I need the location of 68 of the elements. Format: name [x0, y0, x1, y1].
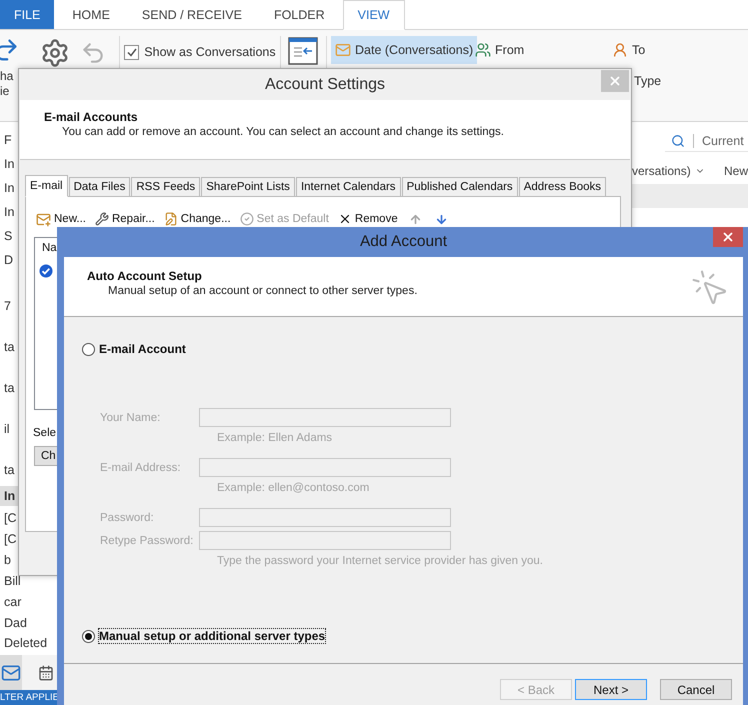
- radio-label: Manual setup or additional server types: [99, 629, 326, 643]
- people-icon: [475, 42, 492, 58]
- search-icon[interactable]: [671, 134, 685, 148]
- dialog-tab[interactable]: Published Calendars: [402, 177, 518, 196]
- calendar-icon: [38, 664, 54, 680]
- section-title: E-mail Accounts: [44, 109, 139, 125]
- reading-pane-icon[interactable]: [288, 36, 318, 66]
- dialog-tab[interactable]: Address Books: [518, 177, 606, 196]
- radio-label: E-mail Account: [99, 342, 186, 356]
- radio-option[interactable]: Manual setup or additional server types: [82, 628, 743, 644]
- toolbar-button[interactable]: New...: [36, 212, 86, 226]
- check-icon: [240, 212, 254, 226]
- arrangement-option[interactable]: Type: [608, 67, 666, 95]
- dialog-tab[interactable]: RSS Feeds: [131, 177, 200, 196]
- ribbon-label: ha: [0, 69, 14, 84]
- field-label: Retype Password:: [100, 534, 194, 546]
- close-button[interactable]: [713, 227, 743, 247]
- radio-button[interactable]: [82, 630, 95, 642]
- mail-icon: [0, 662, 21, 682]
- arrangement-option[interactable]: Date (Conversations): [331, 36, 478, 64]
- field-hint: Example: ellen@contoso.com: [216, 481, 370, 495]
- folder-item[interactable]: Deleted: [0, 633, 57, 653]
- checkbox[interactable]: [124, 44, 140, 60]
- column-header: Na: [42, 242, 57, 256]
- gear-icon[interactable]: [40, 38, 70, 68]
- radio-button[interactable]: [82, 342, 95, 356]
- folder-item[interactable]: Dad: [0, 613, 57, 633]
- close-icon: [608, 74, 622, 88]
- dialog-tab[interactable]: Data Files: [68, 177, 130, 196]
- sort-label[interactable]: versations): [632, 164, 691, 178]
- radio-option[interactable]: E-mail Account: [82, 341, 743, 357]
- field-label: Your Name:: [100, 412, 162, 424]
- new-label[interactable]: New: [724, 164, 748, 178]
- cancel-button[interactable]: Cancel: [660, 679, 732, 700]
- nav-button[interactable]: [0, 655, 22, 690]
- edit-icon: [164, 212, 178, 226]
- checkbox-label: Show as Conversations: [144, 45, 276, 59]
- envelope-icon: [36, 212, 51, 226]
- toolbar-button[interactable]: Change...: [164, 212, 231, 226]
- ribbon-label: ie: [0, 84, 10, 99]
- ribbon-tab[interactable]: FILE: [0, 0, 54, 29]
- wrench-icon: [94, 212, 109, 226]
- default-check-icon: [39, 264, 53, 278]
- field-label: Password:: [100, 512, 155, 524]
- field-hint: Type the password your Internet service provider has given you.: [216, 554, 544, 568]
- search-field[interactable]: Current: [702, 134, 748, 148]
- section-title: Auto Account Setup: [87, 268, 203, 284]
- toolbar-button[interactable]: Repair...: [94, 212, 155, 226]
- section-description: You can add or remove an account. You can select an account and change its settings.: [62, 125, 505, 140]
- dialog-title: Account Settings: [264, 76, 386, 94]
- arrangement-option[interactable]: To: [608, 36, 650, 64]
- toolbar-button[interactable]: Remove: [338, 212, 398, 226]
- folder-item[interactable]: car: [0, 592, 57, 612]
- section-description: Manual setup of an account or connect to other server types.: [108, 284, 418, 299]
- next-button[interactable]: Next >: [575, 679, 647, 700]
- field-label: E-mail Address:: [100, 462, 182, 474]
- dialog-title: Add Account: [360, 233, 448, 251]
- envelope-icon: [335, 42, 352, 58]
- close-icon: [721, 230, 735, 244]
- status-text: LTER APPLIE: [0, 692, 59, 703]
- dialog-tab[interactable]: SharePoint Lists: [201, 177, 295, 196]
- dialog-tab[interactable]: Internet Calendars: [296, 177, 401, 196]
- person-icon: [612, 42, 628, 58]
- select-label: Sele: [33, 427, 56, 439]
- dialog-tab[interactable]: E-mail: [25, 175, 68, 197]
- field-hint: Example: Ellen Adams: [216, 431, 332, 445]
- check-icon: [126, 48, 137, 56]
- ribbon-tab[interactable]: VIEW: [342, 0, 405, 30]
